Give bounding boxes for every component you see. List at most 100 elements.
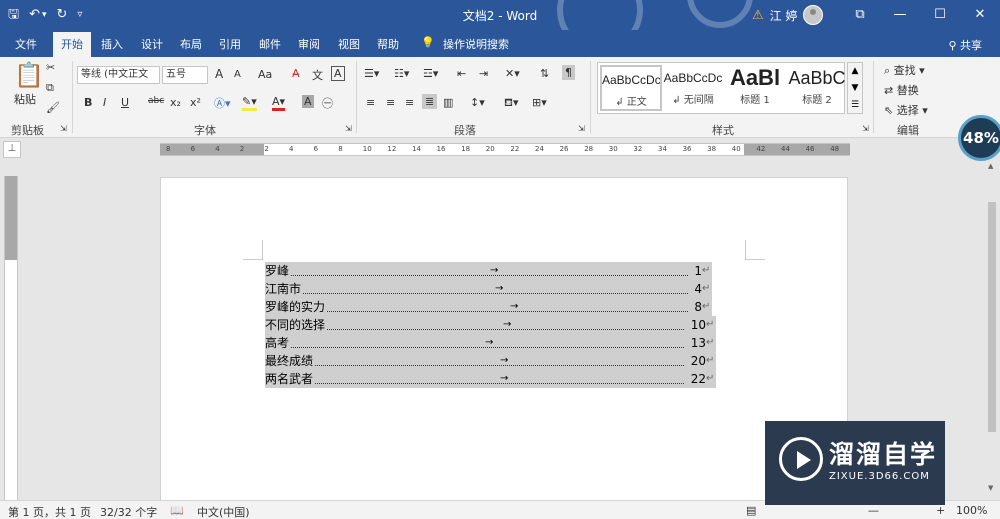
- tell-me-search[interactable]: 操作说明搜索: [443, 36, 509, 52]
- align-left-icon[interactable]: ≡: [366, 96, 375, 109]
- document-page[interactable]: 罗峰 → 1 ↵ 江南市 → 4 ↵ 罗峰的实力 → 8 ↵ 不同的选择 → 10 ↵ 高考 → 13 ↵ 最终成绩 → 2…: [160, 177, 848, 507]
- zoom-in-icon[interactable]: +: [936, 504, 945, 517]
- superscript-button[interactable]: x²: [190, 96, 201, 109]
- strikethrough-button[interactable]: abc: [148, 96, 164, 106]
- close-button[interactable]: ✕: [960, 0, 1000, 30]
- character-border-icon[interactable]: A: [331, 66, 345, 81]
- style-normal[interactable]: AaBbCcDc ↲ 正文: [600, 65, 662, 111]
- sort-icon[interactable]: ⇅: [540, 67, 549, 80]
- tab-view[interactable]: 视图: [338, 36, 360, 52]
- page-count[interactable]: 第 1 页，共 1 页: [8, 504, 91, 519]
- toc-entry[interactable]: 最终成绩 → 20 ↵: [265, 352, 716, 370]
- tab-layout[interactable]: 布局: [180, 36, 202, 52]
- account-area[interactable]: ⚠ 江 婷: [752, 5, 824, 25]
- toc-entry[interactable]: 罗峰的实力 → 8 ↵: [265, 298, 712, 316]
- vertical-ruler[interactable]: [4, 176, 18, 500]
- table-of-contents[interactable]: 罗峰 → 1 ↵ 江南市 → 4 ↵ 罗峰的实力 → 8 ↵ 不同的选择 → 10 ↵ 高考 → 13 ↵ 最终成绩 → 2…: [265, 262, 716, 388]
- enclose-characters-icon[interactable]: ㊀: [322, 95, 333, 111]
- find-button[interactable]: ⌕ 查找 ▾: [884, 62, 925, 78]
- borders-icon[interactable]: ⊞▾: [532, 96, 547, 109]
- horizontal-ruler[interactable]: 8 6 4 2 2 4 6 8 10 12 14 16 18 20 22 24 26 28 30 32 34 36 38 40…: [160, 143, 850, 156]
- warning-icon[interactable]: ⚠: [752, 8, 764, 23]
- line-spacing-icon[interactable]: ↕▾: [470, 96, 485, 109]
- style-heading-1[interactable]: AaBl 标题 1: [724, 65, 786, 111]
- replace-button[interactable]: ⇄ 替换: [884, 82, 919, 98]
- select-button[interactable]: ⇖ 选择 ▾: [884, 102, 928, 118]
- vertical-scrollbar[interactable]: ▲ ▼: [984, 158, 1000, 498]
- style-no-spacing[interactable]: AaBbCcDc ↲ 无间隔: [662, 65, 724, 111]
- bold-button[interactable]: B: [84, 96, 92, 109]
- scroll-thumb[interactable]: [988, 202, 996, 432]
- dialog-launcher-icon[interactable]: ⇲: [345, 124, 352, 133]
- font-size-combo[interactable]: 五号: [162, 66, 208, 84]
- avatar[interactable]: [803, 5, 824, 25]
- dialog-launcher-icon[interactable]: ⇲: [60, 124, 67, 133]
- toc-entry[interactable]: 江南市 → 4 ↵: [265, 280, 712, 298]
- highlight-color-icon[interactable]: ✎▾: [242, 95, 257, 111]
- distributed-icon[interactable]: ▥: [443, 96, 453, 109]
- italic-button[interactable]: I: [103, 96, 106, 109]
- tab-insert[interactable]: 插入: [101, 36, 123, 52]
- toc-entry[interactable]: 两名武者 → 22 ↵: [265, 370, 716, 388]
- copy-icon[interactable]: ⧉: [46, 81, 54, 95]
- toc-entry[interactable]: 罗峰 → 1 ↵: [265, 262, 712, 280]
- tab-mailings[interactable]: 邮件: [259, 36, 281, 52]
- tab-references[interactable]: 引用: [219, 36, 241, 52]
- chevron-down-icon[interactable]: ▼: [848, 80, 862, 97]
- minimize-button[interactable]: —: [880, 0, 920, 30]
- tab-review[interactable]: 审阅: [298, 36, 320, 52]
- styles-scroll[interactable]: ▲ ▼ ☰: [847, 62, 863, 114]
- maximize-button[interactable]: ☐: [920, 0, 960, 30]
- user-name[interactable]: 江 婷: [770, 7, 798, 24]
- cut-icon[interactable]: ✂: [46, 61, 55, 74]
- zoom-level[interactable]: 100%: [956, 504, 987, 517]
- tab-file[interactable]: 文件: [15, 36, 37, 52]
- more-styles-icon[interactable]: ☰: [848, 97, 862, 114]
- tab-home[interactable]: 开始: [53, 32, 91, 57]
- multilevel-list-icon[interactable]: ☲▾: [423, 67, 438, 80]
- underline-button[interactable]: U: [121, 96, 129, 109]
- shrink-font-button[interactable]: A: [234, 69, 241, 80]
- read-mode-icon[interactable]: ▤: [746, 504, 756, 517]
- justify-icon[interactable]: ≣: [422, 94, 438, 109]
- subscript-button[interactable]: x₂: [170, 96, 181, 109]
- tab-help[interactable]: 帮助: [377, 36, 399, 52]
- decrease-indent-icon[interactable]: ⇤: [457, 67, 466, 80]
- increase-indent-icon[interactable]: ⇥: [479, 67, 488, 80]
- proofing-icon[interactable]: 📖: [170, 504, 184, 517]
- ribbon-display-options-button[interactable]: ⧉: [840, 0, 880, 30]
- language-indicator[interactable]: 中文(中国): [197, 504, 250, 519]
- dialog-launcher-icon[interactable]: ⇲: [862, 124, 869, 133]
- font-family-combo[interactable]: 等线 (中文正文: [77, 66, 160, 84]
- chevron-up-icon[interactable]: ▲: [848, 63, 862, 80]
- shading-icon[interactable]: ⛾▾: [504, 96, 519, 111]
- font-color-icon[interactable]: A▾: [272, 95, 286, 111]
- clear-formatting-icon[interactable]: A̶: [292, 67, 300, 80]
- toc-entry[interactable]: 不同的选择 → 10 ↵: [265, 316, 716, 334]
- zoom-out-icon[interactable]: —: [868, 504, 879, 517]
- show-marks-icon[interactable]: ¶: [562, 65, 575, 80]
- scroll-down-icon[interactable]: ▼: [988, 484, 993, 492]
- word-count[interactable]: 32/32 个字: [100, 504, 157, 519]
- toc-entry[interactable]: 高考 → 13 ↵: [265, 334, 716, 352]
- character-shading-icon[interactable]: A: [302, 95, 314, 108]
- paste-icon[interactable]: 📋: [14, 61, 44, 89]
- lightbulb-icon[interactable]: 💡: [421, 36, 435, 49]
- text-effects-icon[interactable]: Ⓐ▾: [214, 95, 231, 111]
- change-case-button[interactable]: Aa: [258, 68, 272, 81]
- grow-font-button[interactable]: A: [215, 67, 223, 81]
- phonetic-guide-icon[interactable]: 文: [312, 67, 323, 83]
- bullets-icon[interactable]: ☰▾: [364, 67, 379, 80]
- paste-button[interactable]: 粘贴: [14, 91, 36, 107]
- align-right-icon[interactable]: ≡: [405, 96, 414, 109]
- align-center-icon[interactable]: ≡: [386, 96, 395, 109]
- share-button[interactable]: ⚲ 共享: [948, 37, 982, 53]
- tab-design[interactable]: 设计: [141, 36, 163, 52]
- dialog-launcher-icon[interactable]: ⇲: [578, 124, 585, 133]
- style-heading-2[interactable]: AaBbC 标题 2: [786, 65, 848, 111]
- format-painter-icon[interactable]: 🖌: [46, 101, 60, 114]
- tab-selector[interactable]: ⊥: [3, 141, 21, 158]
- numbering-icon[interactable]: ☷▾: [394, 67, 409, 80]
- scroll-up-icon[interactable]: ▲: [988, 162, 993, 170]
- chinese-layout-icon[interactable]: ✕▾: [505, 67, 520, 80]
